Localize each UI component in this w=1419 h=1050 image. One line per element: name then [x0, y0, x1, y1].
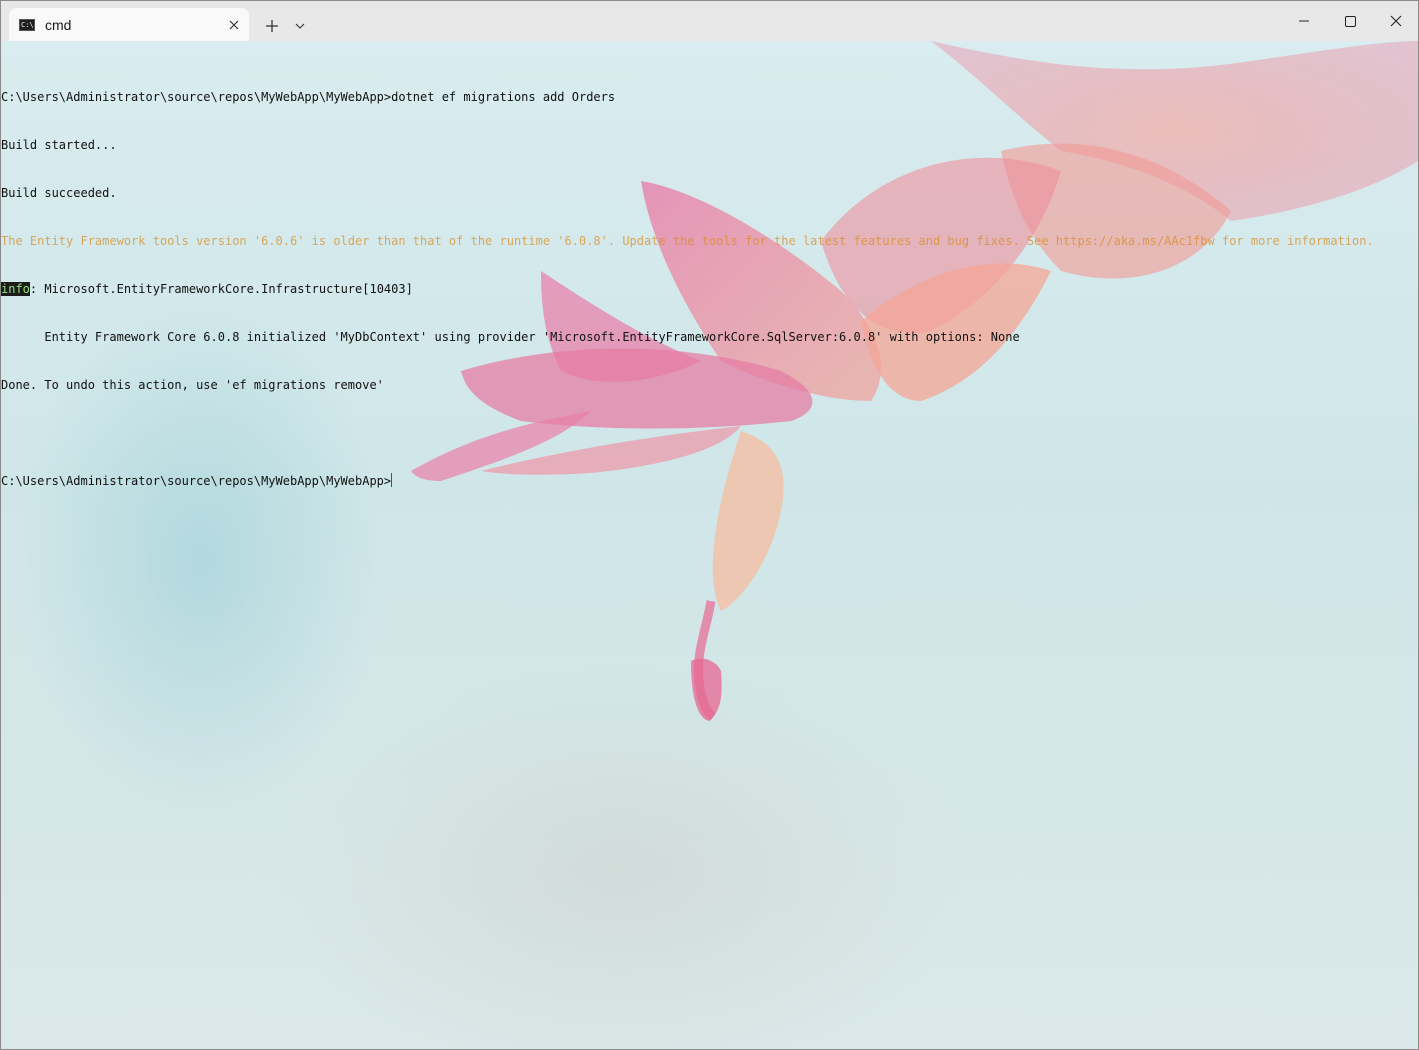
terminal-window: C:\ cmd C:\Users\Administrator\source\re…: [0, 0, 1419, 1050]
minimize-icon: [1299, 20, 1309, 22]
info-tag: info: [1, 282, 30, 296]
terminal-line-info: info: Microsoft.EntityFrameworkCore.Infr…: [1, 281, 1374, 297]
terminal-line-build-started: Build started...: [1, 138, 117, 152]
new-tab-button[interactable]: [259, 13, 285, 39]
minimize-button[interactable]: [1281, 1, 1327, 41]
tab-cmd[interactable]: C:\ cmd: [9, 8, 249, 41]
tab-close-button[interactable]: [225, 16, 243, 34]
plus-icon: [266, 20, 278, 32]
prompt-text: C:\Users\Administrator\source\repos\MyWe…: [1, 474, 392, 488]
title-bar: C:\ cmd: [1, 1, 1418, 41]
terminal-output: C:\Users\Administrator\source\repos\MyWe…: [1, 57, 1374, 521]
cmd-icon: C:\: [19, 18, 35, 31]
terminal-line-ef-initialized: Entity Framework Core 6.0.8 initialized …: [1, 330, 1020, 344]
terminal-pane[interactable]: C:\Users\Administrator\source\repos\MyWe…: [1, 41, 1418, 1049]
maximize-button[interactable]: [1327, 1, 1373, 41]
tab-dropdown-button[interactable]: [289, 13, 311, 39]
close-icon: [229, 20, 239, 30]
maximize-icon: [1344, 15, 1356, 27]
terminal-line-prompt[interactable]: C:\Users\Administrator\source\repos\MyWe…: [1, 473, 1374, 489]
terminal-line-command: C:\Users\Administrator\source\repos\MyWe…: [1, 90, 616, 104]
close-icon: [1390, 15, 1402, 27]
terminal-line-done: Done. To undo this action, use 'ef migra…: [1, 378, 384, 392]
chevron-down-icon: [295, 23, 305, 29]
terminal-line-warning: The Entity Framework tools version '6.0.…: [1, 234, 1374, 248]
info-text: : Microsoft.EntityFrameworkCore.Infrastr…: [29, 282, 413, 296]
terminal-line-build-succeeded: Build succeeded.: [1, 186, 117, 200]
close-window-button[interactable]: [1373, 1, 1418, 41]
text-cursor: [391, 473, 393, 487]
tab-title: cmd: [45, 16, 72, 33]
